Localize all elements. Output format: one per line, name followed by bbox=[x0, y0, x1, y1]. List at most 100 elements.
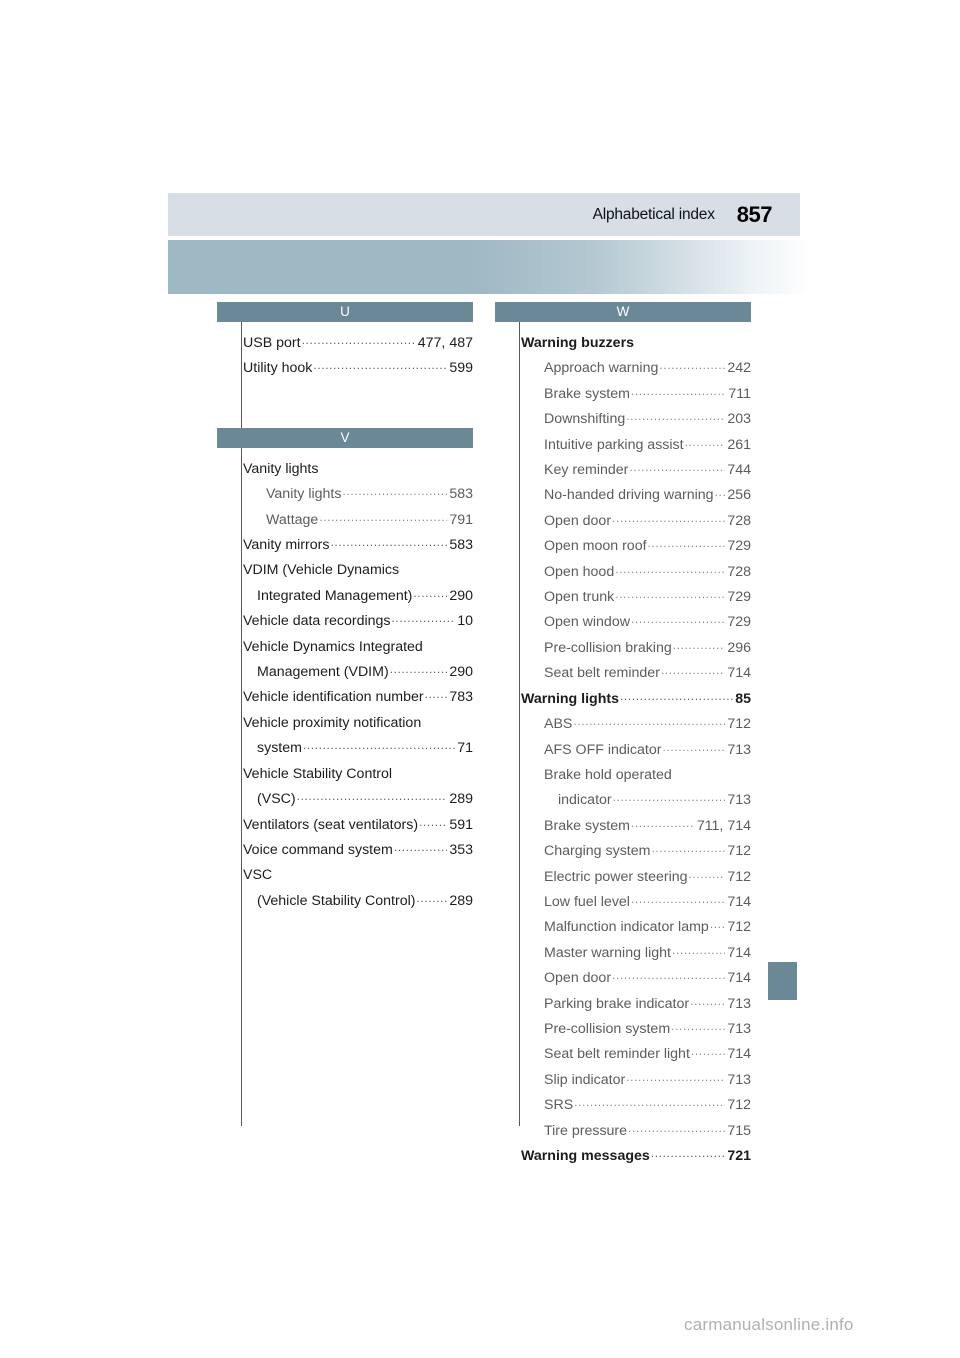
letter-label: V bbox=[340, 430, 350, 446]
leader-dots: ........................................… bbox=[330, 535, 448, 550]
leader-dots: ........................................… bbox=[615, 587, 726, 602]
index-entry-label: ABS bbox=[544, 716, 573, 733]
leader-dots: ........................................… bbox=[301, 333, 416, 347]
index-entry-label: Voice command system bbox=[243, 841, 393, 858]
leader-dots: ........................................… bbox=[647, 536, 726, 551]
index-entry-page: 783 bbox=[449, 689, 473, 706]
index-entry-label: system bbox=[257, 740, 302, 757]
index-entry-label: Vanity lights bbox=[243, 460, 319, 477]
index-entry-label: (Vehicle Stability Control) bbox=[257, 892, 416, 909]
leader-dots: ........................................… bbox=[296, 789, 448, 804]
leader-dots: ........................................… bbox=[671, 942, 725, 957]
leader-dots: ........................................… bbox=[612, 510, 725, 525]
index-entry-label: Open door bbox=[544, 970, 612, 987]
leader-dots: ........................................… bbox=[313, 358, 448, 373]
index-entry-label: Wattage bbox=[266, 511, 319, 528]
leader-dots: ........................................… bbox=[612, 790, 726, 805]
index-entry-label: Tire pressure bbox=[544, 1122, 628, 1139]
index-entry-page: 289 bbox=[449, 791, 473, 808]
index-entry-page: 242 bbox=[727, 360, 751, 377]
leader-dots: ........................................… bbox=[393, 839, 448, 854]
section-tab-marker bbox=[768, 962, 797, 1000]
index-entry-label: Vehicle data recordings bbox=[243, 613, 391, 630]
index-entry-page: 712 bbox=[727, 843, 751, 860]
index-entry-label: SRS bbox=[544, 1097, 574, 1114]
leader-dots: ........................................… bbox=[419, 814, 447, 829]
leader-dots: ........................................… bbox=[690, 1044, 725, 1059]
leader-dots: ........................................… bbox=[671, 1018, 725, 1033]
index-entry[interactable]: Vanity mirrors..........................… bbox=[243, 533, 473, 558]
index-entry-page: 712 bbox=[727, 716, 751, 733]
index-entry[interactable]: AFS OFF indicator.......................… bbox=[521, 738, 751, 763]
index-entry-page: 583 bbox=[449, 486, 473, 503]
leader-dots: ........................................… bbox=[615, 561, 726, 576]
page-number: 857 bbox=[736, 201, 773, 227]
leader-dots: ........................................… bbox=[626, 409, 725, 424]
index-entry-label: Low fuel level bbox=[544, 893, 630, 910]
leader-dots: ........................................… bbox=[424, 687, 448, 702]
index-entry-label: Key reminder bbox=[544, 462, 629, 479]
index-entry-page: 715 bbox=[727, 1122, 751, 1139]
index-entry-page: 729 bbox=[727, 614, 751, 631]
index-entry-label: VSC bbox=[243, 867, 273, 884]
leader-dots: ........................................… bbox=[684, 434, 726, 449]
index-entry-page: 85 bbox=[735, 690, 751, 707]
index-entry-label: Open door bbox=[544, 512, 612, 529]
index-entry-page: 714 bbox=[727, 970, 751, 987]
index-entry-label: Brake system bbox=[544, 385, 630, 402]
page-header-bar: Alphabetical index 857 bbox=[168, 193, 800, 236]
index-entry-page: 712 bbox=[727, 1097, 751, 1114]
leader-dots: ........................................… bbox=[662, 739, 726, 754]
index-column-left: U USB port...............................… bbox=[217, 302, 473, 914]
index-entry-list: Warning buzzers.........................… bbox=[495, 331, 751, 1169]
index-entry-page: 712 bbox=[727, 919, 751, 936]
index-entry-page: 713 bbox=[727, 1020, 751, 1037]
index-entry-label: USB port bbox=[243, 335, 301, 351]
index-entry-label: Open window bbox=[544, 614, 630, 631]
index-entry-label: indicator bbox=[558, 792, 612, 809]
index-entry-page: 721 bbox=[727, 1148, 751, 1164]
index-entry-label: Warning messages bbox=[521, 1148, 650, 1164]
index-entry-label: Open hood bbox=[544, 563, 615, 580]
index-entry-page: 203 bbox=[727, 411, 751, 428]
index-entry[interactable]: Voice command system....................… bbox=[243, 838, 473, 863]
index-entry-label: Open trunk bbox=[544, 589, 615, 606]
page-title: Alphabetical index bbox=[592, 205, 715, 223]
index-entry[interactable]: Vehicle data recordings.................… bbox=[243, 609, 473, 634]
leader-dots: ........................................… bbox=[319, 509, 448, 524]
index-entry-page: 10 bbox=[457, 613, 473, 630]
leader-dots: ........................................… bbox=[573, 714, 726, 729]
index-entry-page: 791 bbox=[449, 511, 473, 528]
decorative-gradient-band bbox=[168, 240, 812, 294]
index-entry-label: (VSC) bbox=[257, 791, 296, 808]
index-entry[interactable]: Warning messages........................… bbox=[521, 1144, 751, 1169]
index-entry-page: 714 bbox=[727, 944, 751, 961]
leader-dots: ........................................… bbox=[626, 1069, 725, 1084]
index-entry-label: Downshifting bbox=[544, 411, 626, 428]
index-entry[interactable]: Vehicle identification number...........… bbox=[243, 685, 473, 710]
index-entry-page: 729 bbox=[727, 538, 751, 555]
index-entry-page: 713 bbox=[727, 792, 751, 809]
index-entry-label: VDIM (Vehicle Dynamics bbox=[243, 562, 400, 579]
index-entry-page: 599 bbox=[449, 360, 473, 377]
leader-dots: ........................................… bbox=[628, 1120, 725, 1135]
index-column-right: W Warning buzzers........................… bbox=[495, 302, 751, 1169]
index-entry-page: 729 bbox=[727, 589, 751, 606]
index-entry[interactable]: Utility hook............................… bbox=[243, 356, 473, 381]
leader-dots: ........................................… bbox=[690, 993, 726, 1008]
index-entry[interactable]: (Vehicle Stability Control).............… bbox=[243, 889, 473, 914]
leader-dots: ........................................… bbox=[630, 891, 726, 906]
leader-dots: ........................................… bbox=[630, 383, 726, 398]
leader-dots: ........................................… bbox=[629, 460, 725, 475]
index-entry[interactable]: system..................................… bbox=[243, 736, 473, 761]
index-entry-label: Vanity mirrors bbox=[243, 537, 330, 554]
leader-dots: ........................................… bbox=[650, 1146, 726, 1160]
index-entry-page: 744 bbox=[727, 462, 751, 479]
index-entry-label: Management (VDIM) bbox=[257, 664, 389, 681]
index-entry-page: 713 bbox=[727, 1071, 751, 1088]
index-entry-label: Charging system bbox=[544, 843, 651, 860]
leader-dots: ........................................… bbox=[612, 968, 725, 983]
leader-dots: ........................................… bbox=[714, 485, 726, 500]
index-entry-page: 353 bbox=[449, 841, 473, 858]
index-entry-label: Utility hook bbox=[243, 360, 313, 377]
